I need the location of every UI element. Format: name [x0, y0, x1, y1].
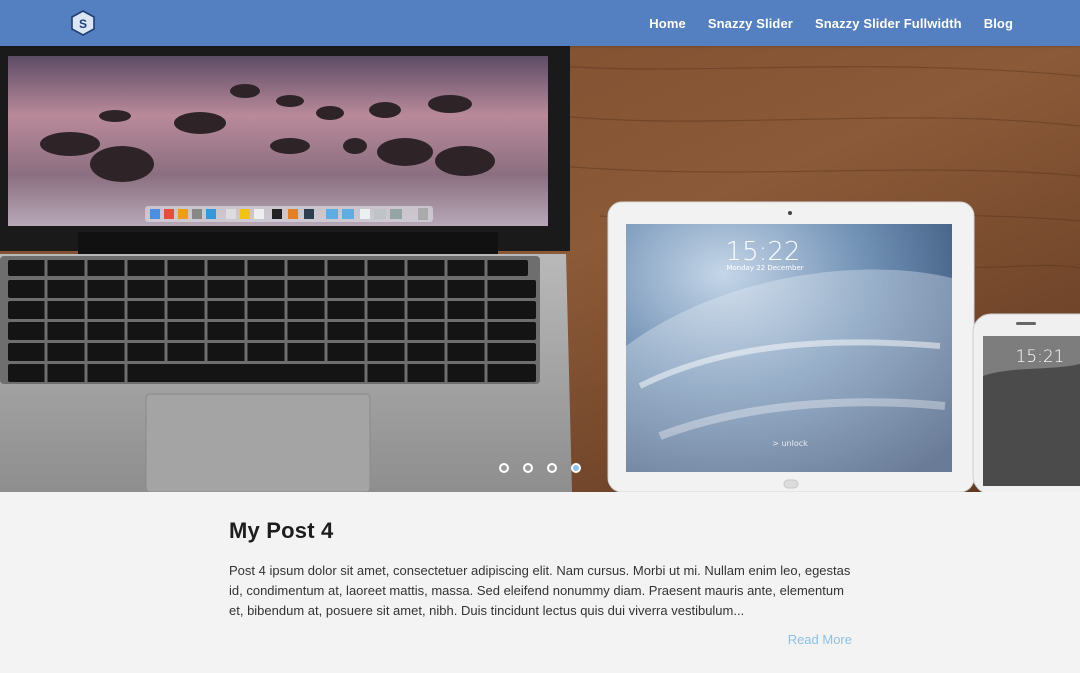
- site-logo-icon[interactable]: S: [71, 10, 95, 36]
- tablet-clock-time: 15:22: [726, 237, 801, 267]
- slider-pagination: [0, 463, 1080, 473]
- slider-dot-2[interactable]: [523, 463, 533, 473]
- post-card: My Post 4 Post 4 ipsum dolor sit amet, c…: [229, 518, 852, 647]
- tablet-clock-date: Monday 22 December: [726, 264, 803, 272]
- post-excerpt: Post 4 ipsum dolor sit amet, consectetue…: [229, 563, 851, 618]
- main-nav: Home Snazzy Slider Snazzy Slider Fullwid…: [649, 0, 1013, 46]
- slider-dot-4-active[interactable]: [571, 463, 581, 473]
- phone-clock-time: 15:21: [1016, 347, 1065, 367]
- nav-snazzy-slider[interactable]: Snazzy Slider: [708, 16, 793, 31]
- nav-home[interactable]: Home: [649, 16, 686, 31]
- post-title[interactable]: My Post 4: [229, 518, 852, 544]
- slider-dot-3[interactable]: [547, 463, 557, 473]
- logo-letter: S: [79, 17, 87, 31]
- tablet-unlock-hint: > unlock: [772, 439, 808, 448]
- hero-slider[interactable]: 15:22 Monday 22 December > unlock 15:21: [0, 46, 1080, 492]
- read-more-link[interactable]: Read More: [788, 632, 852, 647]
- nav-snazzy-slider-fullwidth[interactable]: Snazzy Slider Fullwidth: [815, 16, 962, 31]
- slide-image: 15:22 Monday 22 December > unlock 15:21: [0, 46, 1080, 492]
- nav-blog[interactable]: Blog: [984, 16, 1013, 31]
- slider-dot-1[interactable]: [499, 463, 509, 473]
- site-header: S Home Snazzy Slider Snazzy Slider Fullw…: [0, 0, 1080, 46]
